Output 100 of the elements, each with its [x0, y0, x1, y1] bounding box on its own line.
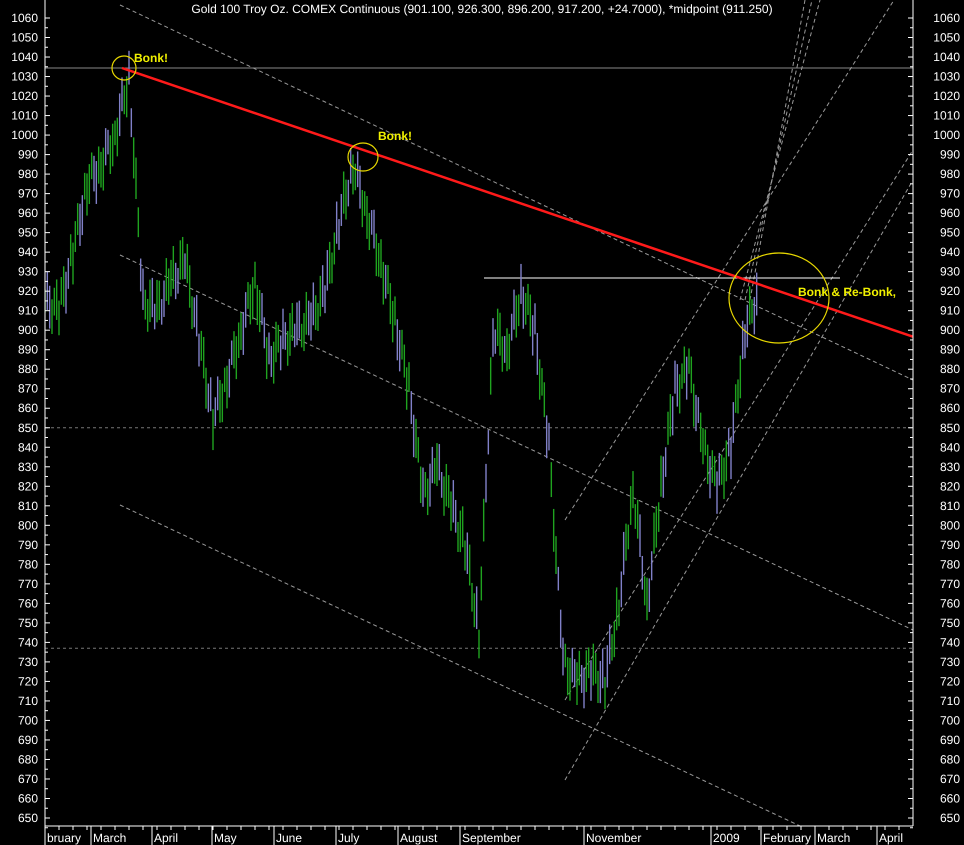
x-axis-label: April — [154, 831, 178, 845]
y-axis-label: 990 — [940, 148, 960, 162]
y-axis-label: 1010 — [11, 108, 38, 123]
y-axis-label: 800 — [18, 518, 38, 532]
y-axis-label: 780 — [18, 557, 38, 572]
chart-title: Gold 100 Troy Oz. COMEX Continuous (901.100, 926.300, 896.200, 917.200, +24.7000), *midpoint (911.250) — [190, 2, 774, 16]
x-axis-label: September — [462, 831, 521, 845]
x-axis-label: August — [400, 831, 438, 845]
annotation-label: Bonk! — [134, 51, 168, 65]
y-axis-label: 820 — [940, 479, 960, 494]
y-axis-label: 880 — [940, 362, 960, 376]
x-axis-label: bruary — [47, 831, 82, 845]
y-axis-label: 830 — [18, 460, 38, 474]
highlight-circle — [347, 142, 379, 172]
y-axis-label: 750 — [18, 616, 38, 630]
y-axis-label: 710 — [18, 694, 38, 708]
y-axis-label: 910 — [940, 304, 960, 318]
y-axis-label: 790 — [940, 538, 960, 552]
y-axis-label: 690 — [940, 732, 960, 747]
y-axis-label: 780 — [940, 557, 960, 572]
y-axis-label: 760 — [940, 596, 960, 610]
x-axis-label: April — [879, 831, 904, 845]
y-axis-label: 970 — [940, 186, 960, 201]
y-axis-label: 870 — [18, 382, 38, 396]
y-axis-label: 940 — [940, 245, 960, 260]
x-axis-label: March — [93, 831, 126, 845]
y-axis-label: 760 — [18, 596, 38, 610]
y-axis-label: 920 — [18, 284, 38, 298]
y-axis-label: 870 — [940, 382, 960, 396]
y-axis-label: 1030 — [11, 70, 38, 84]
x-axis-label: March — [817, 831, 850, 845]
y-axis-label: 920 — [940, 284, 960, 298]
y-axis-label: 690 — [18, 732, 38, 747]
y-axis-label: 950 — [18, 226, 38, 240]
y-axis-label: 1050 — [11, 30, 38, 44]
y-axis-label: 960 — [940, 206, 960, 220]
y-axis-label: 650 — [940, 811, 960, 825]
y-axis-label: 1020 — [933, 89, 960, 104]
y-axis-label: 900 — [940, 323, 960, 338]
y-axis-label: 810 — [940, 498, 960, 513]
y-axis-label: 1020 — [11, 89, 38, 104]
annotation-label: Bonk! — [378, 129, 412, 143]
y-axis-label: 910 — [18, 304, 38, 318]
y-axis-label: 1040 — [933, 50, 960, 64]
y-axis-label: 930 — [940, 264, 960, 279]
y-axis-label: 660 — [940, 792, 960, 806]
y-axis-label: 710 — [940, 694, 960, 708]
y-axis-label: 950 — [940, 226, 960, 240]
y-axis-label: 740 — [940, 635, 960, 650]
y-axis-label: 670 — [18, 772, 38, 786]
y-axis-label: 730 — [940, 654, 960, 669]
y-axis-label: 890 — [18, 342, 38, 357]
y-axis-label: 700 — [18, 713, 38, 728]
y-axis-label: 960 — [18, 206, 38, 220]
y-axis-label: 700 — [940, 713, 960, 728]
y-axis-label: 890 — [940, 342, 960, 357]
y-axis-label: 660 — [18, 792, 38, 806]
y-axis-label: 820 — [18, 479, 38, 494]
annotation-label: Bonk & Re-Bonk, — [798, 285, 896, 299]
y-axis-label: 970 — [18, 186, 38, 201]
y-axis-label: 790 — [18, 538, 38, 552]
y-axis-label: 680 — [18, 752, 38, 766]
y-axis-label: 840 — [940, 440, 960, 454]
y-axis-label: 740 — [18, 635, 38, 650]
y-axis-label: 750 — [940, 616, 960, 630]
y-axis-label: 900 — [18, 323, 38, 338]
y-axis-label: 1060 — [11, 11, 38, 25]
x-axis-label: July — [338, 831, 360, 845]
y-axis-label: 650 — [18, 811, 38, 825]
y-axis-label: 860 — [18, 401, 38, 416]
y-axis-label: 810 — [18, 498, 38, 513]
y-axis-label: 720 — [18, 674, 38, 688]
x-axis-label: 2009 — [713, 831, 740, 845]
y-axis-label: 800 — [940, 518, 960, 532]
y-axis-label: 1000 — [933, 128, 960, 142]
y-axis-label: 830 — [940, 460, 960, 474]
y-axis-label: 720 — [940, 674, 960, 688]
y-axis-label: 980 — [18, 167, 38, 182]
y-axis-label: 1040 — [11, 50, 38, 64]
y-axis-label: 1050 — [933, 30, 960, 44]
y-axis-label: 850 — [940, 420, 960, 435]
y-axis-label: 1030 — [933, 70, 960, 84]
y-axis-label: 1000 — [11, 128, 38, 142]
x-axis-label: May — [214, 831, 237, 845]
y-axis-label: 670 — [940, 772, 960, 786]
y-axis-label: 1060 — [933, 11, 960, 25]
y-axis-label: 850 — [18, 420, 38, 435]
y-axis-label: 930 — [18, 264, 38, 279]
y-axis-label: 680 — [940, 752, 960, 766]
x-axis-label: June — [276, 831, 302, 845]
x-axis-label: February — [763, 831, 812, 845]
y-axis-label: 1010 — [933, 108, 960, 123]
y-axis-label: 770 — [18, 576, 38, 591]
y-axis-label: 990 — [18, 148, 38, 162]
y-axis-label: 980 — [940, 167, 960, 182]
y-axis-label: 880 — [18, 362, 38, 376]
y-axis-label: 860 — [940, 401, 960, 416]
y-axis-label: 940 — [18, 245, 38, 260]
y-axis-label: 730 — [18, 654, 38, 669]
x-axis-label: November — [586, 831, 642, 845]
